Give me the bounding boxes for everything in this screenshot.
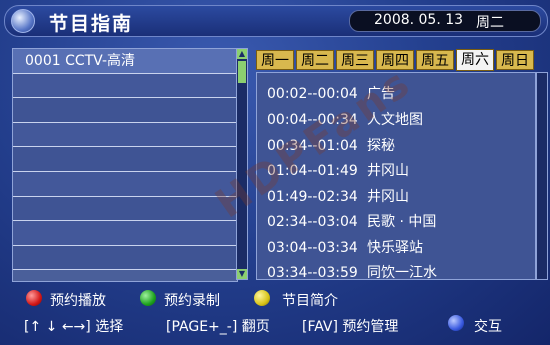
program-row[interactable]: 03:34--03:59 同饮一江水 bbox=[267, 262, 437, 282]
program-time: 03:34--03:59 bbox=[267, 265, 358, 281]
legend-yellow-label: 节目简介 bbox=[282, 293, 338, 309]
scroll-down-icon[interactable]: ▼ bbox=[237, 269, 247, 279]
legend-fav-hint: [FAV] 预约管理 bbox=[302, 319, 399, 335]
program-name: 快乐驿站 bbox=[367, 240, 423, 256]
legend-green-label: 预约录制 bbox=[164, 293, 220, 309]
epg-screen: 节目指南 2008. 05. 13 周二 0001 CCTV-高清 ▲ ▼ 周一… bbox=[0, 0, 550, 345]
tab-tue[interactable]: 周二 bbox=[296, 50, 334, 70]
tab-sun[interactable]: 周日 bbox=[496, 50, 534, 70]
program-name: 同饮一江水 bbox=[367, 265, 437, 281]
globe-icon bbox=[11, 9, 35, 33]
date-display: 2008. 05. 13 周二 bbox=[349, 10, 541, 32]
legend-nav-hint: [↑ ↓ ←→] 选择 bbox=[24, 319, 124, 335]
yellow-button-icon[interactable] bbox=[254, 290, 270, 306]
program-scrollbar[interactable] bbox=[536, 72, 548, 280]
page-title: 节目指南 bbox=[49, 13, 134, 35]
tab-fri[interactable]: 周五 bbox=[416, 50, 454, 70]
channel-row[interactable] bbox=[13, 147, 237, 172]
header-bar: 节目指南 2008. 05. 13 周二 bbox=[4, 5, 548, 37]
channel-row[interactable] bbox=[13, 171, 237, 197]
channel-list: 0001 CCTV-高清 bbox=[12, 48, 238, 282]
channel-row[interactable] bbox=[13, 245, 237, 271]
channel-row[interactable] bbox=[13, 196, 237, 222]
green-button-icon[interactable] bbox=[140, 290, 156, 306]
program-row[interactable]: 02:34--03:04 民歌 · 中国 bbox=[267, 211, 436, 231]
scroll-thumb[interactable] bbox=[238, 61, 246, 83]
channel-row[interactable] bbox=[13, 221, 237, 246]
program-time: 02:34--03:04 bbox=[267, 214, 358, 230]
program-name: 民歌 · 中国 bbox=[367, 214, 437, 230]
program-time: 03:04--03:34 bbox=[267, 240, 358, 256]
program-name: 井冈山 bbox=[367, 163, 409, 179]
red-button-icon[interactable] bbox=[26, 290, 42, 306]
program-name: 探秘 bbox=[367, 138, 395, 154]
channel-row[interactable] bbox=[13, 122, 237, 148]
legend-red-label: 预约播放 bbox=[50, 293, 106, 309]
tab-mon[interactable]: 周一 bbox=[256, 50, 294, 70]
legend-blue-label: 交互 bbox=[474, 319, 502, 335]
blue-button-icon[interactable] bbox=[448, 315, 464, 331]
channel-row[interactable] bbox=[13, 73, 237, 99]
tab-wed[interactable]: 周三 bbox=[336, 50, 374, 70]
program-name: 井冈山 bbox=[367, 189, 409, 205]
scroll-up-icon[interactable]: ▲ bbox=[237, 49, 247, 59]
date-text: 2008. 05. 13 bbox=[374, 12, 464, 28]
channel-row[interactable] bbox=[13, 98, 237, 123]
legend-page-hint: [PAGE+_-] 翻页 bbox=[166, 319, 270, 335]
program-row[interactable]: 03:04--03:34 快乐驿站 bbox=[267, 237, 423, 257]
tab-sat[interactable]: 周六 bbox=[456, 49, 494, 71]
weekday-text: 周二 bbox=[476, 15, 504, 31]
channel-row[interactable]: 0001 CCTV-高清 bbox=[13, 49, 237, 74]
